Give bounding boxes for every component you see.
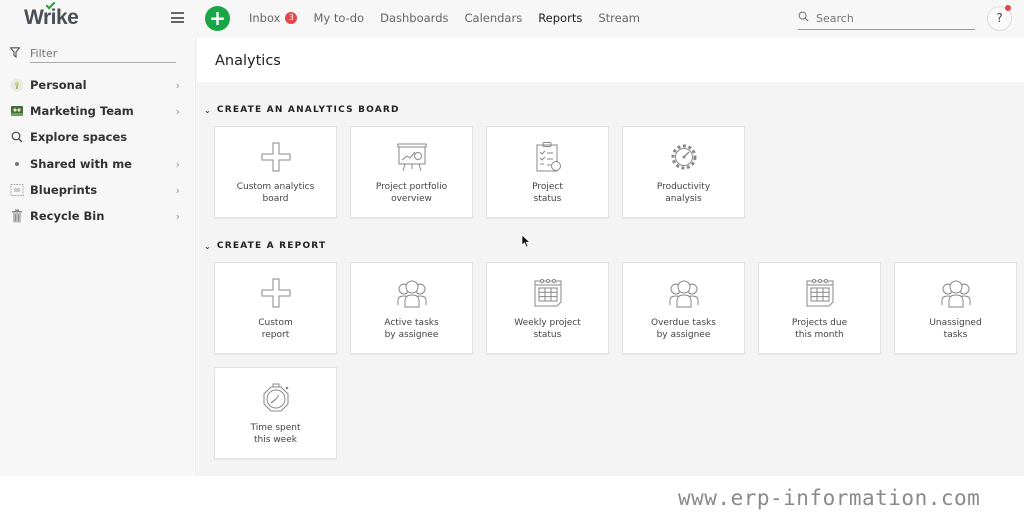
- sidebar-item-personal[interactable]: Personal ›: [0, 72, 196, 98]
- tile-label: Time spent this week: [250, 423, 301, 445]
- search-icon: [798, 11, 809, 22]
- sidebar-item-label: Blueprints: [30, 182, 98, 197]
- nav-stream[interactable]: Stream: [598, 11, 640, 25]
- section-heading-text: CREATE AN ANALYTICS BOARD: [216, 105, 400, 115]
- sidebar-item-explore-spaces[interactable]: Explore spaces: [0, 124, 196, 150]
- chevron-right-icon[interactable]: ›: [176, 158, 180, 171]
- sidebar-item-marketing-team[interactable]: Marketing Team ›: [0, 98, 196, 124]
- analytics-main: Analytics ⌄ CREATE AN ANALYTICS BOARD Cu…: [197, 38, 1024, 476]
- chevron-right-icon[interactable]: ›: [176, 210, 180, 223]
- app-window: Wrike + Inbox 3 My to-do Dashboards Calen…: [0, 0, 1024, 476]
- page-title: Analytics: [215, 53, 281, 69]
- watermark-text: www.erp-information.com: [678, 486, 981, 510]
- nav-inbox[interactable]: Inbox 3: [249, 11, 298, 25]
- nav-my-to-do[interactable]: My to-do: [313, 11, 364, 25]
- filter-icon: [10, 47, 20, 58]
- trash-icon: [10, 209, 24, 223]
- blueprint-icon: [10, 183, 24, 197]
- tile-label: Weekly project status: [514, 318, 581, 340]
- nav-calendars[interactable]: Calendars: [465, 11, 523, 25]
- chevron-down-icon: ⌄: [204, 105, 212, 115]
- sidebar-item-recycle-bin[interactable]: Recycle Bin ›: [0, 203, 196, 229]
- sidebar-item-label: Marketing Team: [30, 104, 134, 119]
- tile-custom-analytics-board[interactable]: Custom analytics board: [214, 126, 337, 218]
- sidebar-item-blueprints[interactable]: Blueprints ›: [0, 177, 196, 203]
- team-space-icon: [10, 104, 24, 118]
- mouse-cursor-icon: [521, 234, 531, 248]
- sidebar-filter: [10, 44, 176, 64]
- tile-label: Unassigned tasks: [929, 318, 982, 340]
- sidebar-item-label: Personal: [30, 78, 87, 93]
- main-nav: Inbox 3 My to-do Dashboards Calendars Rep…: [249, 11, 656, 25]
- sidebar-item-label: Recycle Bin: [30, 209, 105, 224]
- notification-dot: [1005, 5, 1011, 11]
- search-box: [798, 8, 975, 30]
- wrike-logo[interactable]: Wrike: [24, 0, 79, 30]
- filter-input[interactable]: [30, 44, 176, 63]
- tile-label: Custom report: [258, 318, 293, 340]
- chevron-down-icon: ⌄: [204, 241, 212, 251]
- tile-productivity-analysis[interactable]: Productivity analysis: [622, 126, 745, 218]
- tile-overdue-tasks-by-assignee[interactable]: Overdue tasks by assignee: [622, 262, 745, 354]
- plus-icon: [261, 142, 291, 172]
- people-group-icon: [941, 280, 971, 308]
- tile-label: Custom analytics board: [236, 182, 315, 204]
- people-group-icon: [397, 280, 427, 308]
- tile-label: Overdue tasks by assignee: [651, 318, 716, 340]
- tile-projects-due-this-month[interactable]: Projects due this month: [758, 262, 881, 354]
- inbox-count-badge: 3: [285, 12, 298, 24]
- clipboard-checklist-icon: [536, 142, 561, 172]
- tile-project-portfolio-overview[interactable]: Project portfolio overview: [350, 126, 473, 218]
- add-new-button[interactable]: +: [205, 6, 230, 31]
- presentation-board-icon: [397, 143, 427, 172]
- section-heading-text: CREATE A REPORT: [216, 241, 327, 251]
- search-input[interactable]: [816, 9, 966, 27]
- tile-unassigned-tasks[interactable]: Unassigned tasks: [894, 262, 1017, 354]
- tile-weekly-project-status[interactable]: Weekly project status: [486, 262, 609, 354]
- logo-text: Wrike: [24, 6, 79, 29]
- chevron-right-icon[interactable]: ›: [176, 79, 180, 92]
- sidebar-item-label: Explore spaces: [30, 130, 128, 145]
- top-bar: Wrike + Inbox 3 My to-do Dashboards Calen…: [0, 0, 1024, 38]
- dot-icon: [10, 157, 24, 171]
- stopwatch-icon: [263, 383, 289, 412]
- section-analytics-board-heading[interactable]: ⌄ CREATE AN ANALYTICS BOARD: [204, 105, 400, 115]
- calendar-icon: [534, 279, 562, 307]
- tile-label: Project portfolio overview: [375, 182, 448, 204]
- tile-label: Project status: [532, 182, 563, 204]
- tile-active-tasks-by-assignee[interactable]: Active tasks by assignee: [350, 262, 473, 354]
- people-group-icon: [669, 280, 699, 308]
- plus-icon: [261, 278, 291, 308]
- chevron-right-icon[interactable]: ›: [176, 184, 180, 197]
- sidebar-item-shared-with-me[interactable]: Shared with me ›: [0, 151, 196, 177]
- tile-time-spent-this-week[interactable]: Time spent this week: [214, 367, 337, 459]
- page-header: Analytics: [197, 38, 1024, 82]
- sidebar-list: Personal › Marketing Team › Explore spac…: [0, 72, 196, 229]
- tile-label: Productivity analysis: [656, 182, 711, 204]
- tile-custom-report[interactable]: Custom report: [214, 262, 337, 354]
- tile-project-status[interactable]: Project status: [486, 126, 609, 218]
- nav-dashboards[interactable]: Dashboards: [380, 11, 448, 25]
- chevron-right-icon[interactable]: ›: [176, 105, 180, 118]
- tile-label: Projects due this month: [791, 318, 848, 340]
- nav-reports[interactable]: Reports: [538, 11, 582, 25]
- sidebar-item-label: Shared with me: [30, 156, 132, 171]
- nav-label: Inbox: [249, 11, 281, 25]
- sidebar: Personal › Marketing Team › Explore spac…: [0, 38, 196, 476]
- gear-gauge-icon: [671, 144, 697, 170]
- hamburger-menu-icon[interactable]: [171, 12, 184, 23]
- personal-space-icon: [10, 78, 24, 92]
- calendar-icon: [806, 279, 834, 307]
- section-report-heading[interactable]: ⌄ CREATE A REPORT: [204, 241, 326, 251]
- tile-label: Active tasks by assignee: [384, 318, 439, 340]
- search-icon: [10, 130, 24, 144]
